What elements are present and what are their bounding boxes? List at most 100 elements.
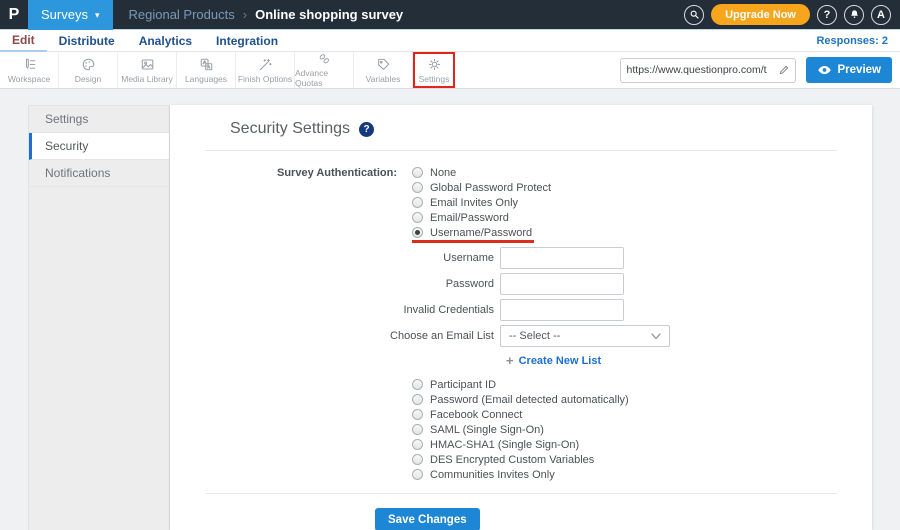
tab-edit-label: Edit <box>12 32 35 47</box>
tab-integration[interactable]: Integration <box>204 30 290 52</box>
toolbar-item-settings[interactable]: Settings <box>413 52 455 88</box>
invalid-credentials-row: Invalid Credentials <box>170 299 872 321</box>
survey-url-group: Preview <box>619 52 900 88</box>
radio-label: Participant ID <box>430 378 497 391</box>
palette-icon <box>82 58 94 70</box>
question-mark-icon: ? <box>823 8 831 21</box>
security-form: Survey Authentication: None Global Passw… <box>170 151 872 530</box>
email-list-label: Choose an Email List <box>390 330 494 342</box>
search-button[interactable] <box>684 4 705 25</box>
password-field[interactable] <box>500 273 624 295</box>
questionpro-logo[interactable]: P <box>0 0 28 30</box>
tab-distribute[interactable]: Distribute <box>47 30 127 52</box>
toolbar-item-label: Finish Options <box>237 73 293 84</box>
toolbar-item-label: Workspace <box>7 73 51 84</box>
credentials-fields: Username Password Invalid Credentials Ch… <box>170 247 872 368</box>
survey-url-input[interactable] <box>620 64 773 76</box>
toolbar-item-label: Design <box>74 73 102 84</box>
radio-icon <box>412 409 423 420</box>
chain-links-icon <box>319 54 329 64</box>
password-label: Password <box>445 278 494 290</box>
security-settings-panel: Security Settings ? Survey Authenticatio… <box>170 105 872 530</box>
toolbar-item-variables[interactable]: Variables <box>354 52 413 88</box>
upgrade-now-button[interactable]: Upgrade Now <box>711 4 810 25</box>
invalid-credentials-field[interactable] <box>500 299 624 321</box>
avatar-initial: A <box>877 8 885 21</box>
top-navbar: P Surveys ▾ Regional Products › Online s… <box>0 0 900 30</box>
pencil-list-icon <box>25 58 35 69</box>
radio-label: Communities Invites Only <box>430 468 555 481</box>
avatar[interactable]: A <box>871 4 891 25</box>
radio-email-password[interactable]: Email/Password <box>412 210 509 225</box>
sidebar-item-label: Settings <box>45 112 89 126</box>
radio-des-encrypted-variables[interactable]: DES Encrypted Custom Variables <box>412 452 594 467</box>
radio-selected-icon <box>412 227 423 238</box>
toolbar-item-finish-options[interactable]: Finish Options <box>236 52 295 88</box>
panel-header: Security Settings ? <box>170 105 872 150</box>
magic-wand-icon <box>259 58 272 70</box>
username-label: Username <box>443 252 494 264</box>
radio-global-password-protect[interactable]: Global Password Protect <box>412 180 551 195</box>
image-icon <box>141 58 153 70</box>
toolbar-item-design[interactable]: Design <box>59 52 118 88</box>
translate-icon <box>200 58 212 70</box>
tab-analytics[interactable]: Analytics <box>127 30 204 52</box>
preview-label: Preview <box>837 64 881 76</box>
sidebar-item-settings[interactable]: Settings <box>29 106 169 133</box>
radio-label: Password (Email detected automatically) <box>430 393 629 406</box>
save-changes-button[interactable]: Save Changes <box>375 508 480 530</box>
tab-analytics-label: Analytics <box>138 33 193 48</box>
edit-url-button[interactable] <box>773 59 795 82</box>
radio-hmac-sha1-sso[interactable]: HMAC-SHA1 (Single Sign-On) <box>412 437 579 452</box>
password-row: Password <box>170 273 872 295</box>
auth-options-bottom: Participant ID Password (Email detected … <box>412 377 872 482</box>
help-button[interactable]: ? <box>817 4 837 25</box>
tab-integration-label: Integration <box>216 33 279 48</box>
tag-icon <box>377 58 389 70</box>
eye-icon <box>817 65 831 75</box>
sidebar-item-security[interactable]: Security <box>29 133 169 160</box>
username-field[interactable] <box>500 247 624 269</box>
radio-email-invites-only[interactable]: Email Invites Only <box>412 195 518 210</box>
responses-count[interactable]: Responses: 2 <box>816 35 900 47</box>
email-list-select[interactable]: -- Select -- <box>500 325 670 347</box>
tab-edit[interactable]: Edit <box>0 30 47 52</box>
notifications-button[interactable] <box>844 4 864 25</box>
auth-options-top: None Global Password Protect Email Invit… <box>412 165 551 243</box>
radio-label: Email Invites Only <box>430 196 519 209</box>
preview-button[interactable]: Preview <box>805 57 892 83</box>
radio-password-email-detected[interactable]: Password (Email detected automatically) <box>412 392 629 407</box>
edit-toolbar: Workspace Design Media Library Languages… <box>0 52 900 89</box>
radio-communities-invites-only[interactable]: Communities Invites Only <box>412 467 555 482</box>
radio-saml-sso[interactable]: SAML (Single Sign-On) <box>412 422 544 437</box>
toolbar-item-workspace[interactable]: Workspace <box>0 52 59 88</box>
toolbar-item-media-library[interactable]: Media Library <box>118 52 177 88</box>
auth-row: Survey Authentication: None Global Passw… <box>170 165 872 243</box>
create-new-list-link[interactable]: + Create New List <box>506 353 601 368</box>
survey-subnav: Edit Distribute Analytics Integration Re… <box>0 30 900 52</box>
toolbar-item-label: Variables <box>365 73 401 84</box>
breadcrumb: Regional Products › Online shopping surv… <box>129 7 404 22</box>
gear-icon <box>428 58 440 70</box>
surveys-menu[interactable]: Surveys ▾ <box>28 0 113 30</box>
radio-participant-id[interactable]: Participant ID <box>412 377 496 392</box>
radio-facebook-connect[interactable]: Facebook Connect <box>412 407 522 422</box>
toolbar-item-languages[interactable]: Languages <box>177 52 236 88</box>
radio-label: Global Password Protect <box>430 181 552 194</box>
topbar-actions: Upgrade Now ? A <box>684 4 900 25</box>
toolbar-item-advance-quotas[interactable]: Advance Quotas <box>295 52 354 88</box>
radio-label: Facebook Connect <box>430 408 523 421</box>
surveys-menu-label: Surveys <box>41 7 88 22</box>
red-underline-annotation <box>412 240 535 243</box>
radio-username-password[interactable]: Username/Password <box>412 225 535 243</box>
radio-icon <box>412 167 423 178</box>
breadcrumb-folder[interactable]: Regional Products <box>129 7 235 22</box>
title-help-button[interactable]: ? <box>359 121 375 137</box>
email-list-selected-value: -- Select -- <box>509 330 561 342</box>
radio-none[interactable]: None <box>412 165 456 180</box>
radio-label: SAML (Single Sign-On) <box>430 423 544 436</box>
sidebar-item-notifications[interactable]: Notifications <box>29 160 169 187</box>
radio-label: None <box>430 166 457 179</box>
radio-icon <box>412 197 423 208</box>
radio-label: Email/Password <box>430 211 509 224</box>
